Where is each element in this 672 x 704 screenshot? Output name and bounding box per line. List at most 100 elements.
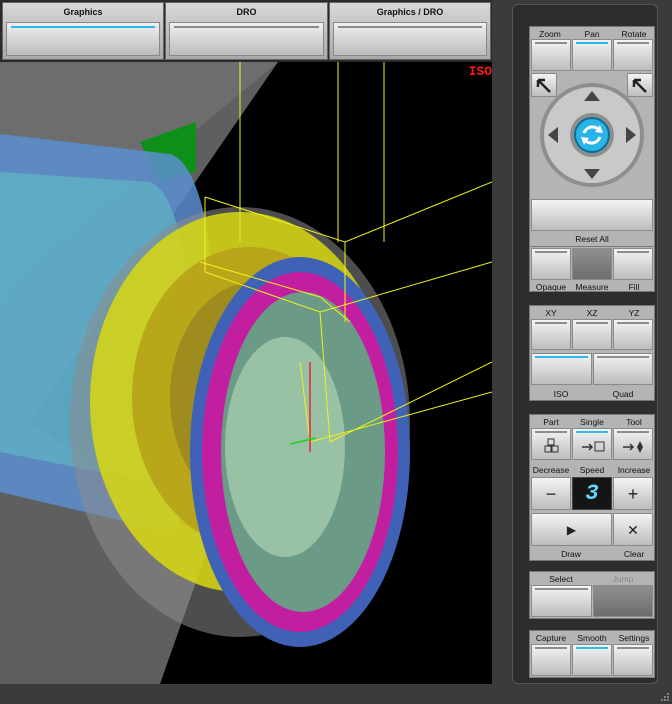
tab-graphics[interactable]: Graphics [2, 2, 164, 60]
iso-view-button[interactable] [531, 353, 592, 385]
view-tab-bar: Graphics DRO Graphics / DRO [0, 0, 492, 62]
close-icon: ✕ [627, 522, 639, 538]
clear-button[interactable]: ✕ [613, 513, 653, 546]
part-indicator [535, 431, 567, 433]
quad-view-button[interactable] [593, 353, 653, 385]
measure-button[interactable] [572, 248, 612, 280]
smooth-button[interactable] [572, 644, 612, 676]
arrow-to-tool-icon [623, 441, 643, 453]
tab-graphics-dro-indicator-well [333, 22, 487, 56]
smooth-indicator [576, 647, 608, 649]
pan-label: Pan [584, 29, 600, 39]
capture-label: Capture [535, 633, 567, 643]
xz-label: XZ [586, 308, 598, 318]
tab-graphics-indicator-well [6, 22, 160, 56]
view-mode-label: ISO [468, 64, 492, 79]
xy-label: XY [545, 308, 557, 318]
quad-label: Quad [612, 389, 634, 399]
minus-icon: − [545, 484, 557, 504]
select-indicator [535, 588, 588, 590]
opaque-button[interactable] [531, 248, 571, 280]
iso-indicator [535, 356, 588, 358]
quad-indicator [597, 356, 649, 358]
control-panel: Zoom Pan Rotate Reset All Opaque Measure… [512, 4, 658, 684]
tab-active-indicator [11, 26, 155, 28]
capture-indicator [535, 647, 567, 649]
yz-label: YZ [628, 308, 640, 318]
dpad-center-icon [574, 117, 610, 153]
cubes-icon [544, 438, 559, 453]
tab-graphics-dro[interactable]: Graphics / DRO [329, 2, 491, 60]
resize-grip-icon[interactable] [660, 692, 670, 702]
play-icon: ▶ [566, 523, 577, 537]
plane-view-group: XY XZ YZ ISO Quad [529, 305, 655, 401]
settings-indicator [617, 647, 649, 649]
part-3d-render [0, 62, 492, 684]
tool-mode-button[interactable] [613, 428, 653, 460]
part-label: Part [543, 417, 559, 427]
opaque-indicator [535, 251, 567, 253]
xy-indicator [535, 322, 567, 324]
zoom-button[interactable] [531, 39, 571, 71]
capture-button[interactable] [531, 644, 571, 676]
graphics-viewport[interactable]: ISO [0, 62, 492, 684]
arrow-to-cube-icon [582, 441, 605, 452]
pan-indicator [576, 42, 608, 44]
draw-button[interactable]: ▶ [531, 513, 612, 546]
fill-indicator [617, 251, 649, 253]
tab-dro-label: DRO [236, 7, 257, 17]
plus-icon: + [627, 484, 639, 504]
settings-button[interactable] [613, 644, 653, 676]
settings-label: Settings [618, 633, 650, 643]
measure-label: Measure [575, 282, 609, 292]
xz-view-button[interactable] [572, 319, 612, 350]
tab-dro[interactable]: DRO [165, 2, 328, 60]
xy-view-button[interactable] [531, 319, 571, 350]
clear-label: Clear [623, 549, 645, 559]
rotate-button[interactable] [613, 39, 653, 71]
yz-indicator [617, 322, 649, 324]
reset-all-label: Reset All [575, 234, 609, 244]
opaque-label: Opaque [535, 282, 567, 292]
reset-all-button[interactable] [531, 199, 653, 231]
single-label: Single [580, 417, 604, 427]
xz-indicator [576, 322, 608, 324]
yz-view-button[interactable] [613, 319, 653, 350]
smooth-label: Smooth [577, 633, 607, 643]
inner-bore-highlight [225, 337, 345, 557]
tab-dro-indicator-well [169, 22, 324, 56]
iso-label: ISO [553, 389, 569, 399]
select-button[interactable] [531, 585, 592, 617]
rotate-label: Rotate [621, 29, 647, 39]
tab-graphics-dro-label: Graphics / DRO [376, 7, 444, 17]
display-controls-group: Opaque Measure Fill [529, 246, 655, 292]
pan-dpad[interactable] [538, 81, 646, 189]
single-mode-button[interactable] [572, 428, 612, 460]
tool-indicator [617, 431, 649, 433]
decrease-label: Decrease [532, 465, 570, 475]
fill-label: Fill [628, 282, 640, 292]
rotate-indicator [617, 42, 649, 44]
speed-label: Speed [579, 465, 605, 475]
single-indicator [576, 431, 608, 433]
tab-graphics-label: Graphics [63, 7, 103, 17]
part-mode-button[interactable] [531, 428, 571, 460]
draw-label: Draw [561, 549, 581, 559]
tab-inactive-indicator [174, 26, 319, 28]
pan-button[interactable] [572, 39, 612, 71]
speed-display: 3 [572, 477, 612, 510]
select-group: Select Jump [529, 571, 655, 619]
fill-button[interactable] [613, 248, 653, 280]
increase-label: Increase [617, 465, 651, 475]
increase-speed-button[interactable]: + [613, 477, 653, 510]
zoom-indicator [535, 42, 567, 44]
decrease-speed-button[interactable]: − [531, 477, 571, 510]
jump-button[interactable] [593, 585, 653, 617]
view-controls-group: Zoom Pan Rotate Reset All [529, 26, 655, 247]
simulation-group: Part Single Tool Decrease Speed Increase… [529, 414, 655, 561]
tab-inactive-indicator [338, 26, 482, 28]
misc-group: Capture Smooth Settings [529, 630, 655, 678]
jump-label: Jump [612, 574, 634, 584]
zoom-label: Zoom [539, 29, 561, 39]
select-label: Select [549, 574, 573, 584]
